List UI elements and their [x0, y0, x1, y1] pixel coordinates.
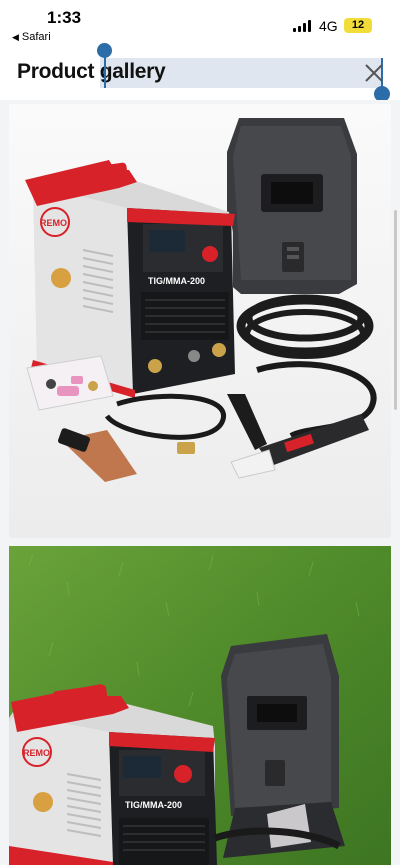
close-icon[interactable]: [362, 61, 386, 85]
cellular-signal-icon: [293, 20, 313, 32]
gallery-container[interactable]: TIG/MMA-200 REMO TIG/MMA-200 REMO: [0, 100, 400, 865]
selection-start-handle[interactable]: [97, 43, 112, 58]
gallery-image[interactable]: TIG/MMA-200 REMO: [9, 546, 391, 865]
back-triangle-icon: ◀: [12, 32, 19, 42]
clock: 1:33: [47, 8, 82, 27]
battery-icon: 12: [344, 18, 372, 33]
welder-product-photo: TIG/MMA-200 REMO: [9, 104, 391, 538]
network-type: 4G: [319, 18, 338, 34]
brand-logo: REMO: [40, 218, 67, 228]
gallery-image[interactable]: TIG/MMA-200 REMO: [9, 104, 391, 538]
welder-grass-photo: TIG/MMA-200 REMO: [9, 546, 391, 865]
page-title[interactable]: Product gallery: [17, 60, 166, 84]
status-bar: 1:33 ◀ Safari 4G 12: [0, 0, 400, 50]
brand-logo: REMO: [23, 748, 50, 758]
welding-helmet: [227, 118, 357, 294]
back-app-label: Safari: [21, 31, 51, 43]
model-label: TIG/MMA-200: [148, 276, 205, 286]
back-to-app-link[interactable]: ◀ Safari: [12, 31, 51, 43]
welding-helmet: [221, 634, 345, 858]
model-label: TIG/MMA-200: [125, 800, 182, 810]
scroll-indicator[interactable]: [394, 210, 397, 410]
